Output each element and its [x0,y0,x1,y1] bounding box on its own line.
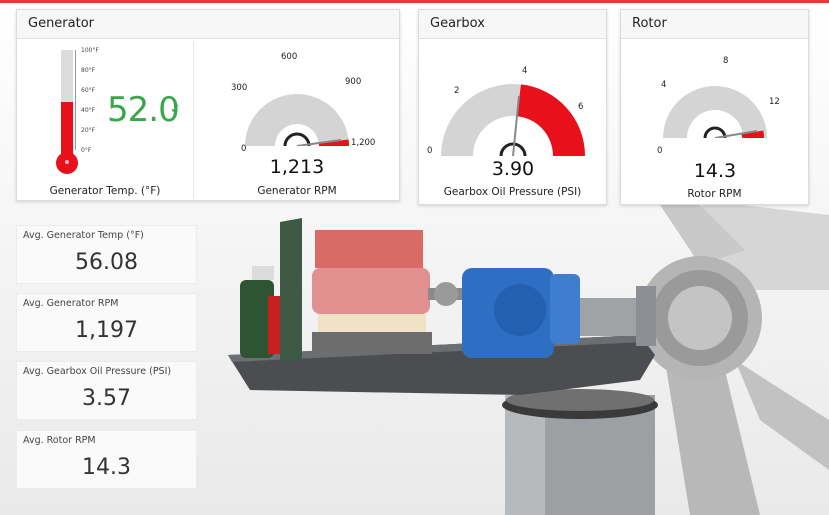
stat-label: Avg. Generator RPM [23,298,119,309]
generator-rpm-value: 1,213 [269,156,325,178]
stat-value: 14.3 [82,455,131,480]
rotor-panel: Rotor 0 4 8 12 14.3 Rotor RPM [620,9,809,205]
rotor-rpm-value: 14.3 [693,160,737,182]
gauge-tick: 4 [522,66,528,76]
thermometer-fill [61,102,73,154]
stat-value: 56.08 [75,250,138,275]
gauge-active-arc [517,84,585,156]
check-icon: ✓ [170,102,181,117]
gauge-tick: 0 [241,144,247,154]
gearbox-pressure-value: 3.90 [491,158,535,180]
rotor-panel-title: Rotor [621,10,808,39]
stat-value: 1,197 [75,318,138,343]
stat-value: 3.57 [82,386,131,411]
thermometer-tick: 100°F [81,47,99,54]
panel-divider [193,42,194,198]
stat-label: Avg. Rotor RPM [23,435,96,446]
generator-panel-title: Generator [17,10,399,39]
gauge-tick: 0 [427,146,433,156]
thermometer-tick: 20°F [81,127,96,134]
gauge-tick: 2 [454,86,460,96]
gearbox-panel: Gearbox 0 2 4 6 3.90 Gearbox Oil Pressur… [418,9,607,205]
gauge-track [245,94,349,146]
generator-temp-caption: Generator Temp. (°F) [49,185,161,197]
avg-generator-rpm-card: Avg. Generator RPM 1,197 [16,293,197,352]
gauge-tick: 12 [769,97,780,107]
avg-gearbox-pressure-card: Avg. Gearbox Oil Pressure (PSI) 3.57 [16,361,197,420]
gauge-tick: 8 [723,56,729,66]
gearbox-panel-title: Gearbox [419,10,606,39]
thermometer-tick: 60°F [81,87,96,94]
rotor-rpm-gauge [663,86,767,138]
thermometer-tick: 40°F [81,107,96,114]
gearbox-pressure-gauge [441,84,585,156]
gauge-tick: 300 [231,83,248,93]
rotor-rpm-caption: Rotor RPM [687,188,742,200]
avg-rotor-rpm-card: Avg. Rotor RPM 14.3 [16,430,197,489]
generator-rpm-caption: Generator RPM [257,185,337,197]
gauge-tick: 600 [281,52,298,62]
stat-label: Avg. Generator Temp (°F) [23,230,144,241]
gauge-tick: 6 [578,102,584,112]
generator-temp-value: 52.0 [107,90,180,130]
gauge-tick: 1,200 [351,138,376,148]
gauge-tick: 0 [657,146,663,156]
generator-rpm-gauge [245,94,350,146]
avg-generator-temp-card: Avg. Generator Temp (°F) 56.08 [16,225,197,284]
gearbox-pressure-caption: Gearbox Oil Pressure (PSI) [443,186,582,198]
thermometer-tick: 80°F [81,67,96,74]
gauge-tick: 4 [661,80,667,90]
generator-panel: Generator 100°F 80°F 60°F 40°F 20°F 0°F … [16,9,400,201]
stat-label: Avg. Gearbox Oil Pressure (PSI) [23,366,172,377]
gauge-track [663,86,767,138]
gauge-tick: 900 [345,77,362,87]
thermometer-tick: 0°F [81,147,92,154]
